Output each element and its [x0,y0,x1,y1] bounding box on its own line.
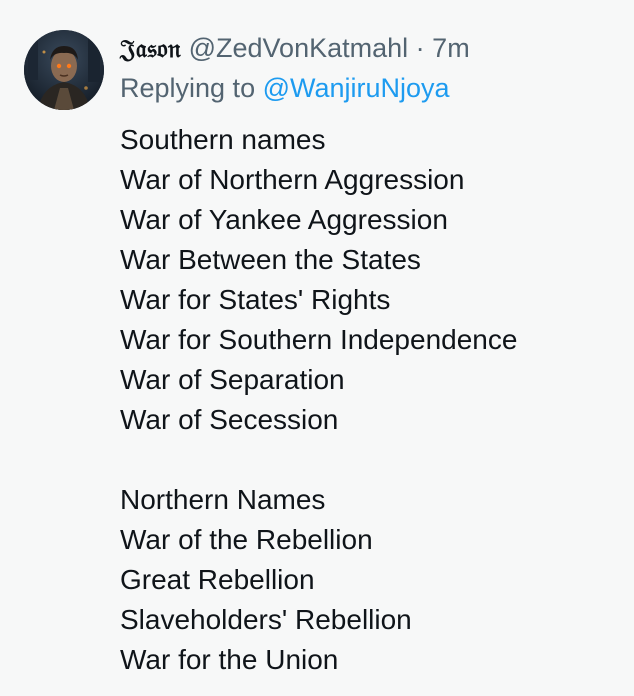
avatar[interactable] [24,30,104,110]
tweet-timestamp[interactable]: 7m [432,33,470,63]
header-separator: · [415,33,425,63]
list-item: War for the Union [120,644,339,675]
replying-to: Replying to @WanjiruNjoya [120,68,624,108]
list-item: War of the Rebellion [120,524,373,555]
replying-to-mention-link[interactable]: @WanjiruNjoya [263,73,450,103]
section-heading-northern: Northern Names [120,484,326,515]
tweet-content: 𝔍𝔞𝔰𝔬𝔫 @ZedVonKatmahl · 7m Replying to @W… [120,28,624,680]
user-avatar-icon [24,30,104,110]
author-display-name[interactable]: 𝔍𝔞𝔰𝔬𝔫 [120,34,181,63]
list-item: War of Separation [120,364,345,395]
list-item: Slaveholders' Rebellion [120,604,412,635]
list-item: War of Secession [120,404,339,435]
list-item: War of Yankee Aggression [120,204,448,235]
section-heading-southern: Southern names [120,124,326,155]
author-handle[interactable]: @ZedVonKatmahl [189,33,409,63]
tweet-header: 𝔍𝔞𝔰𝔬𝔫 @ZedVonKatmahl · 7m [120,28,624,68]
replying-to-label: Replying to [120,73,256,103]
list-item: War of Northern Aggression [120,164,465,195]
tweet-card[interactable]: 𝔍𝔞𝔰𝔬𝔫 @ZedVonKatmahl · 7m Replying to @W… [0,0,634,696]
list-item: Great Rebellion [120,564,315,595]
list-item: War Between the States [120,244,421,275]
list-item: War for Southern Independence [120,324,518,355]
list-item: War for States' Rights [120,284,391,315]
tweet-body: Southern names War of Northern Aggressio… [120,120,624,680]
